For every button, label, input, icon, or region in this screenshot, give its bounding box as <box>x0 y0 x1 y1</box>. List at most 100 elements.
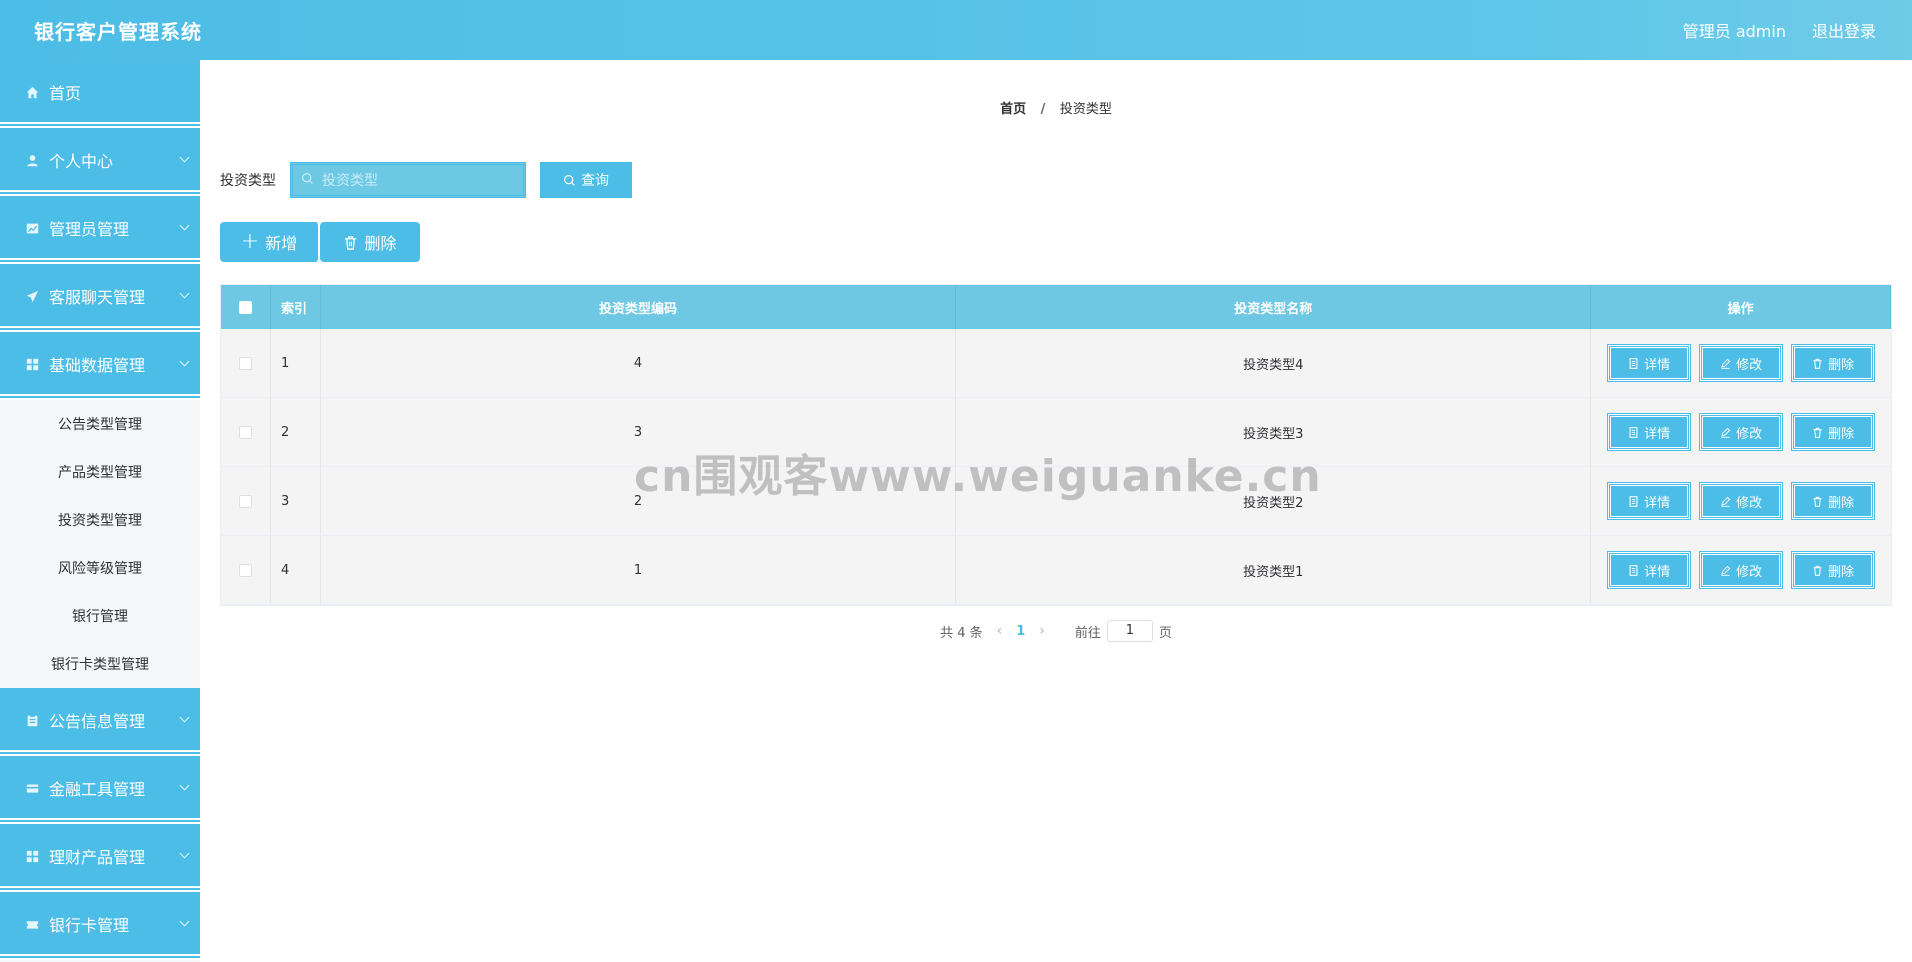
search-bar: 投资类型 投资类型 查询 <box>220 162 632 198</box>
table-row: 3 2 投资类型2 详情 修改 删除 <box>221 467 1891 536</box>
home-icon <box>25 85 39 99</box>
edit-button[interactable]: 修改 <box>1699 551 1784 589</box>
submenu-item-card-type[interactable]: 银行卡类型管理 <box>0 640 200 688</box>
cell-index: 2 <box>271 398 321 466</box>
chevron-down-icon <box>179 220 190 231</box>
sidebar-item-profile[interactable]: 个人中心 <box>0 128 200 196</box>
column-header-ops: 操作 <box>1591 285 1891 329</box>
trash-icon <box>343 235 358 250</box>
breadcrumb-home[interactable]: 首页 <box>1000 102 1026 117</box>
add-button[interactable]: + 新增 <box>220 222 320 262</box>
delete-label: 删除 <box>1828 564 1855 580</box>
sidebar-item-admin[interactable]: 管理员管理 <box>0 196 200 264</box>
pagination: 共 4 条 ‹ 1 › 前往 1 页 <box>200 620 1912 642</box>
edit-button[interactable]: 修改 <box>1699 413 1784 451</box>
row-checkbox[interactable] <box>238 563 252 577</box>
table-row: 4 1 投资类型1 详情 修改 删除 <box>221 536 1891 605</box>
cell-code: 4 <box>321 329 957 397</box>
chevron-down-icon <box>179 780 190 791</box>
trash-icon <box>1813 496 1822 507</box>
sidebar-item-financial-tools[interactable]: 金融工具管理 <box>0 756 200 824</box>
sidebar-item-home[interactable]: 首页 <box>0 60 200 128</box>
edit-button[interactable]: 修改 <box>1699 482 1784 520</box>
trash-icon <box>1813 427 1822 438</box>
delete-button[interactable]: 删除 <box>1791 413 1876 451</box>
select-all-checkbox[interactable] <box>238 300 252 314</box>
sidebar-item-bank-card[interactable]: 银行卡管理 <box>0 892 200 960</box>
sidebar-item-basic-data[interactable]: 基础数据管理 <box>0 332 200 400</box>
chevron-down-icon <box>179 152 190 163</box>
submenu-item-bank[interactable]: 银行管理 <box>0 592 200 640</box>
delete-label: 删除 <box>1828 357 1855 373</box>
submenu-item-notice-type[interactable]: 公告类型管理 <box>0 400 200 448</box>
search-icon <box>563 174 576 187</box>
action-toolbar: + 新增 删除 <box>220 222 420 262</box>
page-suffix: 页 <box>1158 625 1172 641</box>
chevron-left-icon[interactable]: ‹ <box>997 623 1003 639</box>
detail-label: 详情 <box>1644 564 1671 580</box>
batch-delete-label: 删除 <box>364 234 397 253</box>
edit-button[interactable]: 修改 <box>1699 344 1784 382</box>
sidebar-item-label: 管理员管理 <box>49 220 130 239</box>
breadcrumb-separator: / <box>1040 102 1046 117</box>
query-button-label: 查询 <box>581 173 609 189</box>
pagination-total: 共 4 条 <box>940 625 983 641</box>
row-checkbox[interactable] <box>238 356 252 370</box>
cell-code: 1 <box>321 536 957 604</box>
row-checkbox[interactable] <box>238 494 252 508</box>
grid-icon <box>25 849 39 863</box>
plus-icon: + <box>240 229 260 254</box>
column-header-index: 索引 <box>271 285 321 329</box>
delete-button[interactable]: 删除 <box>1791 551 1876 589</box>
sidebar-item-label: 客服聊天管理 <box>49 288 146 307</box>
delete-label: 删除 <box>1828 426 1855 442</box>
cell-name: 投资类型3 <box>956 398 1592 466</box>
sidebar-item-label: 个人中心 <box>49 152 114 171</box>
delete-button[interactable]: 删除 <box>1791 344 1876 382</box>
page-number[interactable]: 1 <box>1016 624 1025 639</box>
current-user: 管理员 admin <box>1682 22 1786 41</box>
document-icon <box>1629 357 1638 369</box>
page-jump: 前往 1 页 <box>1075 620 1172 642</box>
pencil-icon <box>1721 358 1731 369</box>
sidebar-item-label: 公告信息管理 <box>49 712 146 731</box>
pencil-icon <box>1721 565 1731 576</box>
delete-label: 删除 <box>1828 495 1855 511</box>
cell-name: 投资类型1 <box>956 536 1592 604</box>
top-bar: 银行客户管理系统 管理员 admin 退出登录 <box>0 0 1912 60</box>
search-input[interactable]: 投资类型 <box>290 162 526 198</box>
cell-name: 投资类型4 <box>956 329 1592 397</box>
chevron-down-icon <box>179 356 190 367</box>
sidebar-item-label: 银行卡管理 <box>49 916 130 935</box>
chevron-right-icon[interactable]: › <box>1039 623 1045 639</box>
page-jump-input[interactable]: 1 <box>1106 620 1153 642</box>
detail-button[interactable]: 详情 <box>1607 344 1692 382</box>
cell-code: 3 <box>321 398 957 466</box>
detail-button[interactable]: 详情 <box>1607 482 1692 520</box>
user-icon <box>25 153 39 167</box>
submenu-item-investment-type[interactable]: 投资类型管理 <box>0 496 200 544</box>
cell-index: 4 <box>271 536 321 604</box>
submenu-item-risk-level[interactable]: 风险等级管理 <box>0 544 200 592</box>
cell-index: 1 <box>271 329 321 397</box>
row-checkbox[interactable] <box>238 425 252 439</box>
detail-button[interactable]: 详情 <box>1607 413 1692 451</box>
add-button-label: 新增 <box>265 234 298 253</box>
delete-button[interactable]: 删除 <box>1791 482 1876 520</box>
logout-link[interactable]: 退出登录 <box>1812 18 1876 42</box>
submenu-item-product-type[interactable]: 产品类型管理 <box>0 448 200 496</box>
search-label: 投资类型 <box>220 173 276 189</box>
sidebar-item-notice[interactable]: 公告信息管理 <box>0 688 200 756</box>
batch-delete-button[interactable]: 删除 <box>320 222 420 262</box>
sidebar: 首页 个人中心 管理员管理 客服聊天管理 基础数据管理 公告类型管理 产品类型管… <box>0 60 200 962</box>
app-title: 银行客户管理系统 <box>34 19 202 44</box>
sidebar-item-chat[interactable]: 客服聊天管理 <box>0 264 200 332</box>
query-button[interactable]: 查询 <box>540 162 632 198</box>
document-icon <box>1629 426 1638 438</box>
edit-label: 修改 <box>1736 357 1763 373</box>
detail-button[interactable]: 详情 <box>1607 551 1692 589</box>
cell-index: 3 <box>271 467 321 535</box>
sidebar-item-wealth-products[interactable]: 理财产品管理 <box>0 824 200 892</box>
pencil-icon <box>1721 427 1731 438</box>
trash-icon <box>1813 565 1822 576</box>
